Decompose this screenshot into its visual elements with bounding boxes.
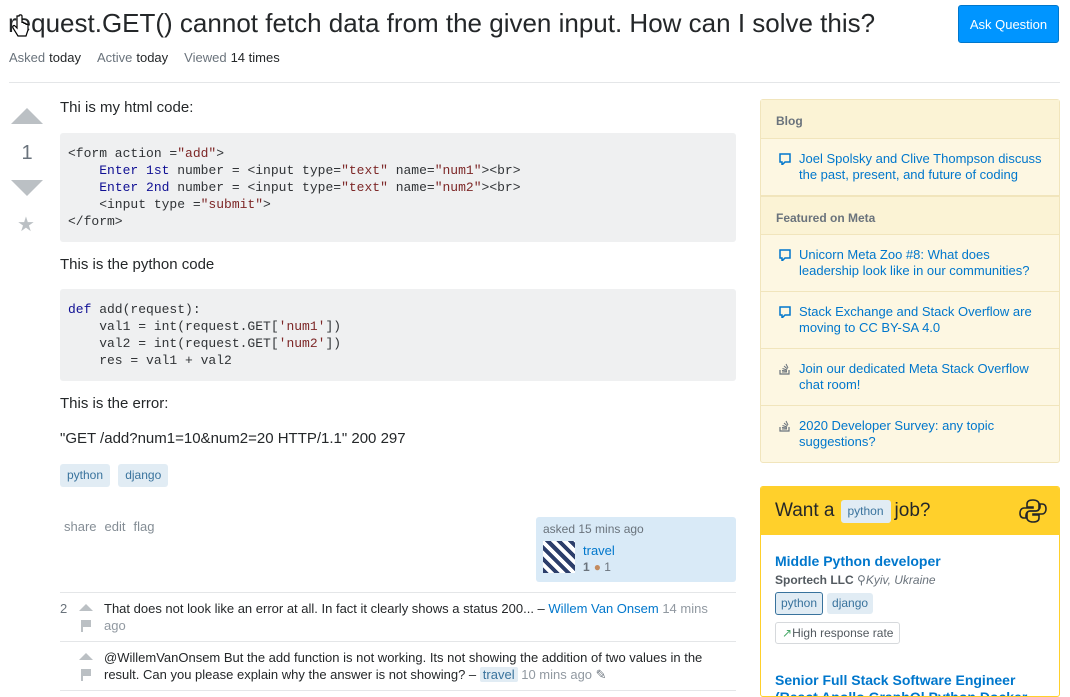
- comment-flag-icon[interactable]: [80, 620, 92, 632]
- question-stats: Asked today Active today Viewed 14 times: [9, 50, 280, 65]
- favorite-star-icon[interactable]: ★: [17, 212, 35, 237]
- vote-count: 1: [21, 142, 33, 164]
- comments-divider: [60, 690, 736, 691]
- owner-reputation: 1 ● 1: [583, 560, 611, 574]
- meta-link[interactable]: Join our dedicated Meta Stack Overflow c…: [799, 361, 1029, 392]
- hand-cursor-icon: [12, 14, 29, 37]
- comment-flag-icon[interactable]: [80, 669, 92, 681]
- meta-header: Featured on Meta: [761, 196, 1059, 235]
- job-title[interactable]: Senior Full Stack Software Engineer (Rea…: [775, 672, 1055, 696]
- tag-django[interactable]: django: [118, 464, 169, 487]
- comment: 2 That does not look like an error at al…: [60, 600, 736, 636]
- meta-link[interactable]: Stack Exchange and Stack Overflow are mo…: [799, 304, 1032, 335]
- body-paragraph: This is the error:: [60, 395, 169, 412]
- meta-bubble-icon: [779, 306, 791, 318]
- python-logo-icon: [1019, 499, 1047, 523]
- jobs-header: Want a python job?: [761, 487, 1059, 535]
- edit-link[interactable]: edit: [105, 519, 126, 534]
- comment-text: @WillemVanOnsem But the add function is …: [104, 650, 703, 682]
- job-tags: python django: [775, 592, 1055, 615]
- question-tags: python django: [60, 464, 172, 487]
- jobs-tag-python[interactable]: python: [840, 499, 891, 523]
- body-paragraph: This is the python code: [60, 256, 215, 273]
- meta-link[interactable]: Unicorn Meta Zoo #8: What does leadershi…: [799, 247, 1030, 278]
- meta-link[interactable]: 2020 Developer Survey: any topic suggest…: [799, 418, 994, 449]
- asked-time: asked 15 mins ago: [543, 522, 644, 536]
- html-code-block: <form action ="add"> Enter 1st number = …: [60, 133, 736, 242]
- ask-question-button[interactable]: Ask Question: [958, 5, 1059, 43]
- viewed-stat: Viewed 14 times: [184, 50, 280, 65]
- downvote-arrow-icon[interactable]: [11, 180, 43, 196]
- post-menu: share edit flag: [64, 519, 154, 534]
- flag-link[interactable]: flag: [134, 519, 155, 534]
- python-code-block: def add(request): val1 = int(request.GET…: [60, 289, 736, 381]
- error-text: "GET /add?num1=10&num2=20 HTTP/1.1" 200 …: [60, 430, 406, 447]
- tag-python[interactable]: python: [60, 464, 111, 487]
- job-listing[interactable]: Middle Python developer Sportech LLC ⚲Ky…: [775, 553, 1055, 644]
- stack-overflow-icon: [779, 363, 790, 375]
- share-link[interactable]: share: [64, 519, 97, 534]
- trend-up-icon: ↗: [782, 626, 793, 640]
- edit-pencil-icon: ✎: [595, 667, 607, 682]
- title-divider: [9, 82, 1060, 83]
- meta-item[interactable]: 2020 Developer Survey: any topic suggest…: [761, 406, 1059, 462]
- question-title[interactable]: request.GET() cannot fetch data from the…: [8, 6, 875, 40]
- job-tag-python[interactable]: python: [775, 592, 824, 615]
- comment-user[interactable]: travel: [479, 667, 518, 682]
- owner-name[interactable]: travel: [583, 543, 615, 558]
- location-pin-icon: ⚲: [857, 573, 866, 587]
- job-tag-django[interactable]: django: [827, 593, 874, 614]
- comment-date: 10 mins ago: [521, 667, 593, 682]
- response-rate-badge: ↗High response rate: [775, 622, 901, 644]
- sidebar-widget: Blog Joel Spolsky and Clive Thompson dis…: [760, 99, 1060, 463]
- meta-item[interactable]: Stack Exchange and Stack Overflow are mo…: [761, 292, 1059, 349]
- body-paragraph: Thi is my html code:: [60, 99, 194, 116]
- comment-upvote-icon[interactable]: [79, 604, 93, 611]
- comment: @WillemVanOnsem But the add function is …: [60, 649, 736, 685]
- stack-overflow-icon: [779, 420, 790, 432]
- comments-divider: [60, 641, 736, 642]
- comment-text: That does not look like an error at all.…: [104, 601, 708, 633]
- comment-score: 2: [60, 601, 68, 616]
- blog-header: Blog: [761, 100, 1059, 139]
- comment-user[interactable]: Willem Van Onsem: [548, 601, 658, 616]
- meta-bubble-icon: [779, 249, 791, 261]
- meta-item[interactable]: Join our dedicated Meta Stack Overflow c…: [761, 349, 1059, 406]
- comment-upvote-icon[interactable]: [79, 653, 93, 660]
- job-title[interactable]: Middle Python developer: [775, 553, 1055, 570]
- active-stat: Active today: [96, 50, 169, 65]
- blog-bubble-icon: [779, 153, 791, 165]
- job-company: Sportech LLC ⚲Kyiv, Ukraine: [775, 573, 936, 587]
- avatar[interactable]: [543, 541, 575, 573]
- comments-divider: [60, 592, 736, 593]
- meta-item[interactable]: Unicorn Meta Zoo #8: What does leadershi…: [761, 235, 1059, 292]
- upvote-arrow-icon[interactable]: [11, 108, 43, 124]
- owner-card: asked 15 mins ago travel 1 ● 1: [536, 517, 736, 582]
- job-listing[interactable]: Senior Full Stack Software Engineer (Rea…: [775, 672, 1055, 696]
- asked-stat: Asked today: [9, 50, 81, 65]
- blog-link[interactable]: Joel Spolsky and Clive Thompson discuss …: [799, 151, 1042, 182]
- jobs-widget: Want a python job? Middle Python develop…: [760, 486, 1060, 697]
- blog-item[interactable]: Joel Spolsky and Clive Thompson discuss …: [761, 139, 1059, 196]
